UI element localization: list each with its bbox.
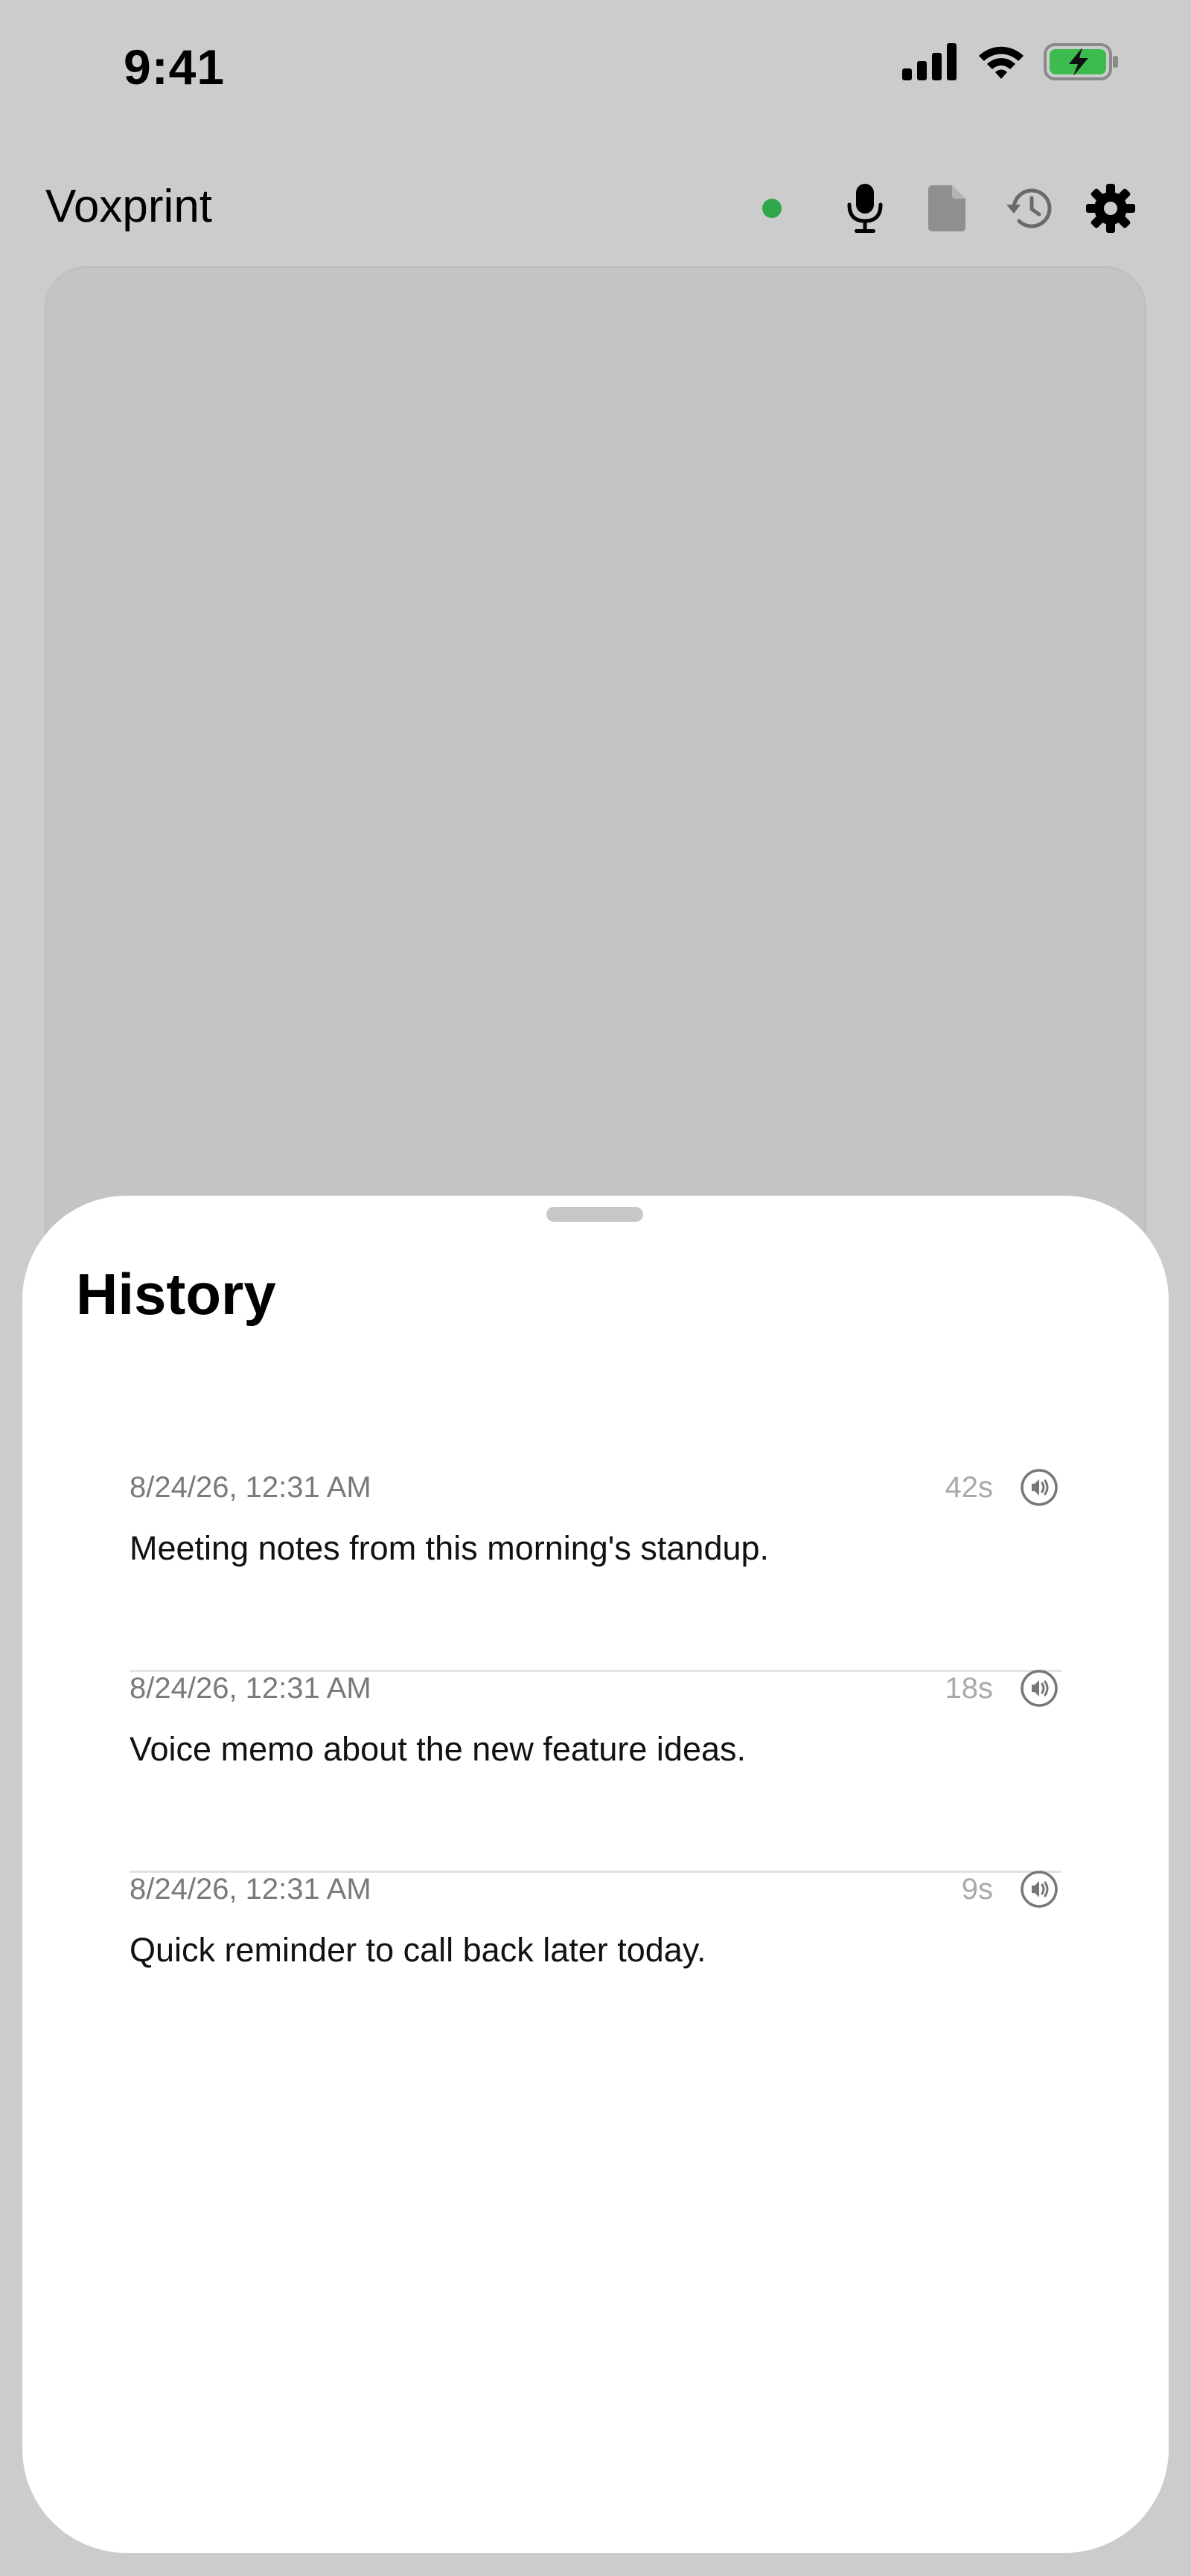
- history-item-date: 8/24/26, 12:31 AM: [130, 1873, 371, 1906]
- speaker-icon: [1021, 1670, 1058, 1707]
- microphone-icon: [847, 184, 883, 233]
- gear-icon: [1086, 184, 1135, 233]
- history-item-duration: 42s: [945, 1471, 994, 1504]
- history-item-text: Voice memo about the new feature ideas.: [130, 1730, 747, 1768]
- history-item-duration: 9s: [961, 1873, 993, 1906]
- sheet-title: History: [76, 1261, 276, 1327]
- header-toolbar: [762, 174, 1145, 243]
- cellular-signal-icon: [902, 43, 957, 80]
- history-item-text: Quick reminder to call back later today.: [130, 1931, 706, 1969]
- play-audio-button[interactable]: [1017, 1867, 1061, 1912]
- history-item[interactable]: 8/24/26, 12:31 AM 18s Voice memo about t…: [130, 1670, 1061, 1873]
- history-item[interactable]: 8/24/26, 12:31 AM 42s Meeting notes from…: [130, 1469, 1061, 1672]
- sheet-grabber[interactable]: [546, 1207, 643, 1222]
- document-button[interactable]: [913, 174, 981, 243]
- history-icon: [1006, 188, 1052, 228]
- history-button[interactable]: [994, 174, 1063, 243]
- play-audio-button[interactable]: [1017, 1666, 1061, 1711]
- history-item-text: Meeting notes from this morning's standu…: [130, 1529, 770, 1567]
- wifi-icon: [979, 46, 1024, 79]
- record-button[interactable]: [831, 174, 899, 243]
- transcript-card: [45, 266, 1146, 1308]
- history-item-duration: 18s: [945, 1672, 994, 1705]
- settings-button[interactable]: [1076, 174, 1145, 243]
- history-sheet: History 8/24/26, 12:31 AM 42s Meeting no…: [22, 1196, 1169, 2553]
- play-audio-button[interactable]: [1017, 1465, 1061, 1510]
- app-header: Voxprint: [0, 164, 1191, 253]
- history-item[interactable]: 8/24/26, 12:31 AM 9s Quick reminder to c…: [130, 1871, 1061, 2074]
- connection-status-indicator: [762, 199, 782, 218]
- document-icon: [928, 185, 965, 231]
- app-title: Voxprint: [45, 181, 213, 232]
- status-time: 9:41: [124, 39, 226, 94]
- status-icons: [902, 43, 1120, 80]
- battery-charging-icon: [1044, 43, 1118, 80]
- history-item-date: 8/24/26, 12:31 AM: [130, 1471, 371, 1504]
- history-list: 8/24/26, 12:31 AM 42s Meeting notes from…: [130, 1469, 1061, 2074]
- speaker-icon: [1021, 1469, 1058, 1506]
- speaker-icon: [1021, 1871, 1058, 1908]
- status-bar: 9:41: [0, 0, 1191, 134]
- history-item-date: 8/24/26, 12:31 AM: [130, 1672, 371, 1705]
